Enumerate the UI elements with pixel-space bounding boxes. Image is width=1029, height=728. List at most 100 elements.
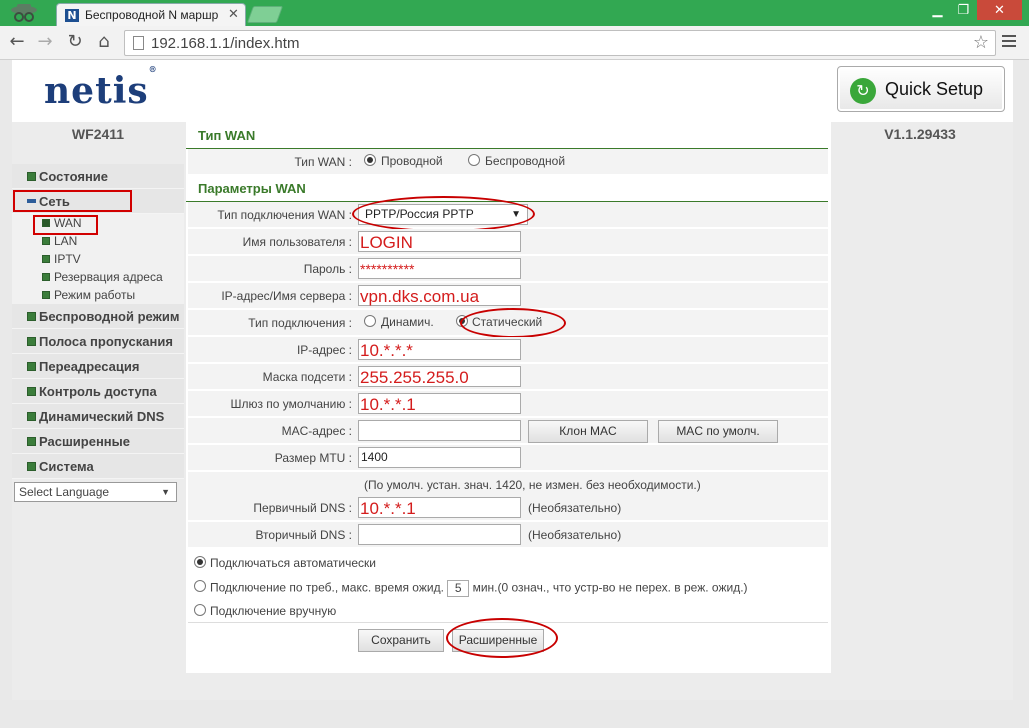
plus-bullet-icon bbox=[27, 312, 36, 321]
wan-params-title: Параметры WAN bbox=[198, 181, 306, 196]
mask-label: Маска подсети : bbox=[262, 370, 352, 384]
mac-label: MAC-адрес : bbox=[281, 424, 352, 438]
tab-close-icon[interactable]: ✕ bbox=[228, 6, 239, 22]
bookmark-star-icon[interactable]: ☆ bbox=[973, 32, 989, 53]
plus-bullet-icon bbox=[27, 462, 36, 471]
mtu-input[interactable]: 1400 bbox=[358, 447, 521, 468]
mac-row: MAC-адрес : Клон MAC MAC по умолч. bbox=[188, 418, 828, 444]
address-bar[interactable]: 192.168.1.1/index.htm ☆ bbox=[124, 30, 996, 56]
language-select[interactable]: Select Language ▼ bbox=[14, 482, 177, 502]
highlight-advanced-oval bbox=[446, 618, 558, 658]
sidebar-item-forwarding[interactable]: Переадресация bbox=[12, 354, 184, 379]
dns2-input[interactable] bbox=[358, 524, 521, 545]
username-row: Имя пользователя : LOGIN bbox=[188, 229, 828, 255]
username-input[interactable]: LOGIN bbox=[358, 231, 521, 252]
browser-menu-icon[interactable] bbox=[1002, 35, 1016, 49]
sidebar-sub-address-reservation[interactable]: Резервация адреса bbox=[12, 268, 184, 286]
dns2-label: Вторичный DNS : bbox=[255, 528, 352, 542]
highlight-wan-box bbox=[33, 215, 98, 235]
back-icon[interactable]: ← bbox=[6, 31, 28, 53]
bullet-icon bbox=[42, 237, 50, 245]
page-icon bbox=[133, 36, 144, 50]
home-icon[interactable]: ⌂ bbox=[93, 31, 115, 53]
dns2-row: Вторичный DNS : (Необязательно) bbox=[188, 522, 828, 548]
mtu-row: Размер MTU : 1400 bbox=[188, 445, 828, 471]
plus-bullet-icon bbox=[27, 172, 36, 181]
dynamic-radio[interactable] bbox=[364, 315, 376, 327]
password-label: Пароль : bbox=[303, 262, 352, 276]
gateway-row: Шлюз по умолчанию : 10.*.*.1 bbox=[188, 391, 828, 417]
sidebar-sub-operation-mode[interactable]: Режим работы bbox=[12, 286, 184, 304]
wan-type-row: Тип WAN : Проводной Беспроводной bbox=[188, 149, 828, 175]
maximize-icon[interactable]: ❐ bbox=[951, 0, 976, 20]
minimize-icon[interactable]: ▁ bbox=[925, 0, 950, 20]
gateway-label: Шлюз по умолчанию : bbox=[230, 397, 352, 411]
bullet-icon bbox=[42, 273, 50, 281]
connect-auto-label: Подключаться автоматически bbox=[210, 556, 376, 570]
connection-type-label: Тип подключения WAN : bbox=[217, 208, 352, 222]
netis-logo: netis® bbox=[44, 64, 158, 112]
sidebar-item-advanced[interactable]: Расширенные bbox=[12, 429, 184, 454]
reload-icon[interactable]: ↻ bbox=[64, 31, 86, 53]
sidebar-item-access-control[interactable]: Контроль доступа bbox=[12, 379, 184, 404]
save-button[interactable]: Сохранить bbox=[358, 629, 444, 652]
password-input[interactable]: ********** bbox=[358, 258, 521, 279]
wan-type-title: Тип WAN bbox=[198, 128, 256, 143]
firmware-version: V1.1.29433 bbox=[884, 126, 956, 142]
highlight-network-box bbox=[13, 190, 132, 212]
mtu-note: (По умолч. устан. знач. 1420, не измен. … bbox=[364, 478, 701, 492]
mask-input[interactable]: 255.255.255.0 bbox=[358, 366, 521, 387]
dynamic-label: Динамич. bbox=[381, 315, 434, 329]
quick-setup-label: Quick Setup bbox=[885, 79, 984, 99]
plus-bullet-icon bbox=[27, 362, 36, 371]
quick-setup-button[interactable]: ↻ Quick Setup bbox=[837, 66, 1005, 112]
server-row: IP-адрес/Имя сервера : vpn.dks.com.ua bbox=[188, 283, 828, 309]
url-text[interactable]: 192.168.1.1/index.htm bbox=[151, 35, 299, 52]
idle-time-input[interactable]: 5 bbox=[447, 580, 470, 597]
plus-bullet-icon bbox=[27, 412, 36, 421]
browser-toolbar: ← → ↻ ⌂ 192.168.1.1/index.htm ☆ bbox=[0, 26, 1029, 60]
wan-type-wired-radio[interactable] bbox=[364, 154, 376, 166]
dns1-optional-hint: (Необязательно) bbox=[528, 501, 622, 515]
wan-type-wireless-radio[interactable] bbox=[468, 154, 480, 166]
close-window-icon[interactable]: ✕ bbox=[977, 0, 1022, 20]
plus-bullet-icon bbox=[27, 337, 36, 346]
username-label: Имя пользователя : bbox=[242, 235, 352, 249]
connect-manual-radio[interactable] bbox=[194, 604, 206, 616]
plus-bullet-icon bbox=[27, 437, 36, 446]
dns1-input[interactable]: 10.*.*.1 bbox=[358, 497, 521, 518]
password-row: Пароль : ********** bbox=[188, 256, 828, 282]
forward-icon[interactable]: → bbox=[34, 31, 56, 53]
server-input[interactable]: vpn.dks.com.ua bbox=[358, 285, 521, 306]
connect-on-demand-radio[interactable] bbox=[194, 580, 206, 592]
mac-input[interactable] bbox=[358, 420, 521, 441]
sidebar-item-status[interactable]: Состояние bbox=[12, 164, 184, 189]
sidebar-item-wireless[interactable]: Беспроводной режим bbox=[12, 304, 184, 329]
bullet-icon bbox=[42, 255, 50, 263]
connect-auto-radio[interactable] bbox=[194, 556, 206, 568]
new-tab-button[interactable] bbox=[246, 6, 284, 23]
ip-label: IP-адрес : bbox=[296, 343, 352, 357]
sidebar-item-ddns[interactable]: Динамический DNS bbox=[12, 404, 184, 429]
sidebar-sub-iptv[interactable]: IPTV bbox=[12, 250, 184, 268]
on-demand-prefix: Подключение по треб., макс. время ожид. bbox=[210, 580, 444, 595]
default-mac-button[interactable]: MAC по умолч. bbox=[658, 420, 778, 443]
highlight-static-oval bbox=[460, 308, 566, 338]
sidebar-item-system[interactable]: Система bbox=[12, 454, 184, 479]
browser-tab[interactable]: N Беспроводной N маршр ✕ bbox=[56, 3, 246, 26]
wan-type-label: Тип WAN : bbox=[294, 155, 352, 169]
tab-title: Беспроводной N маршр bbox=[85, 8, 219, 22]
ip-input[interactable]: 10.*.*.* bbox=[358, 339, 521, 360]
dropdown-arrow-icon: ▼ bbox=[161, 487, 170, 497]
clone-mac-button[interactable]: Клон MAC bbox=[528, 420, 648, 443]
wan-settings-panel: Тип WAN Тип WAN : Проводной Беспроводной… bbox=[186, 122, 831, 673]
wan-type-wired-label: Проводной bbox=[381, 154, 443, 168]
quick-setup-arrow-icon: ↻ bbox=[850, 78, 876, 104]
mask-row: Маска подсети : 255.255.255.0 bbox=[188, 364, 828, 390]
sidebar-item-bandwidth[interactable]: Полоса пропускания bbox=[12, 329, 184, 354]
gateway-input[interactable]: 10.*.*.1 bbox=[358, 393, 521, 414]
address-type-label: Тип подключения : bbox=[248, 316, 352, 330]
browser-titlebar: N Беспроводной N маршр ✕ ▁ ❐ ✕ bbox=[0, 0, 1029, 26]
dns2-optional-hint: (Необязательно) bbox=[528, 528, 622, 542]
highlight-connection-type-oval bbox=[352, 196, 535, 232]
